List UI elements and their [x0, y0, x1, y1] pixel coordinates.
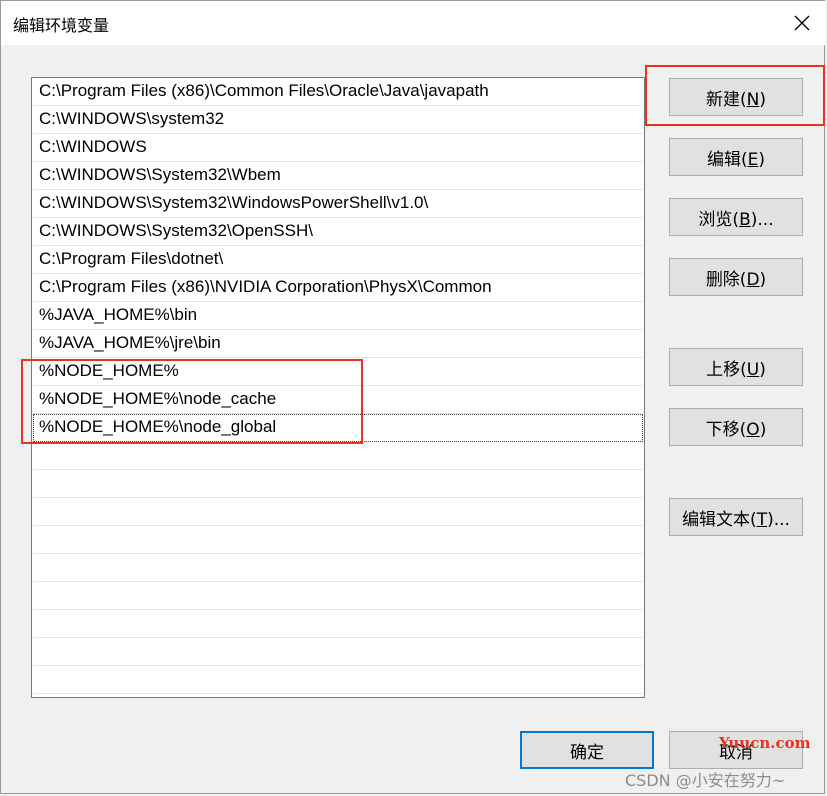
list-item[interactable]: C:\Program Files (x86)\Common Files\Orac… — [33, 78, 643, 106]
list-item-text: C:\WINDOWS\System32\Wbem — [39, 165, 281, 184]
browse-button-label: 浏览(B)... — [698, 209, 774, 230]
empty-list-row[interactable] — [33, 442, 643, 470]
list-item-text: %NODE_HOME%\node_global — [39, 417, 277, 436]
empty-list-row[interactable] — [33, 526, 643, 554]
edit-button[interactable]: 编辑(E) — [669, 138, 803, 176]
edit-button-label: 编辑(E) — [706, 149, 766, 170]
list-item-text: C:\WINDOWS\System32\OpenSSH\ — [39, 221, 313, 240]
empty-list-row[interactable] — [33, 554, 643, 582]
dialog-title: 编辑环境变量 — [13, 16, 110, 35]
move-down-button-label: 下移(O) — [705, 419, 767, 440]
empty-list-row[interactable] — [33, 470, 643, 498]
path-list[interactable]: C:\Program Files (x86)\Common Files\Orac… — [31, 77, 645, 698]
list-item[interactable]: %JAVA_HOME%\jre\bin — [33, 330, 643, 358]
ok-button-label: 确定 — [570, 742, 604, 763]
list-item[interactable]: C:\WINDOWS — [33, 134, 643, 162]
list-item[interactable]: C:\Program Files (x86)\NVIDIA Corporatio… — [33, 274, 643, 302]
list-item[interactable]: C:\WINDOWS\System32\WindowsPowerShell\v1… — [33, 190, 643, 218]
title-bar: 编辑环境变量 — [1, 1, 826, 45]
list-item[interactable]: %NODE_HOME%\node_cache — [33, 386, 643, 414]
list-item-text: %JAVA_HOME%\jre\bin — [39, 333, 221, 352]
list-item-text: C:\WINDOWS\system32 — [39, 109, 225, 128]
new-button[interactable]: 新建(N) — [669, 78, 803, 116]
empty-list-row[interactable] — [33, 666, 643, 694]
move-up-button-label: 上移(U) — [706, 359, 766, 380]
list-item-text: %NODE_HOME% — [39, 361, 179, 380]
list-item-text: %JAVA_HOME%\bin — [39, 305, 198, 324]
list-item-text: C:\Program Files (x86)\NVIDIA Corporatio… — [39, 277, 492, 296]
site-watermark: Yuucn.com — [719, 734, 811, 752]
move-up-button[interactable]: 上移(U) — [669, 348, 803, 386]
new-button-label: 新建(N) — [706, 89, 766, 110]
list-item-text: C:\Program Files (x86)\Common Files\Orac… — [39, 81, 489, 100]
list-item-text: C:\Program Files\dotnet\ — [39, 249, 224, 268]
list-item[interactable]: C:\WINDOWS\System32\Wbem — [33, 162, 643, 190]
empty-list-row[interactable] — [33, 638, 643, 666]
list-item-text: %NODE_HOME%\node_cache — [39, 389, 277, 408]
list-item[interactable]: C:\Program Files\dotnet\ — [33, 246, 643, 274]
close-button[interactable] — [782, 9, 822, 37]
list-item[interactable]: %NODE_HOME%\node_global — [33, 414, 643, 442]
list-item-text: C:\WINDOWS\System32\WindowsPowerShell\v1… — [39, 193, 429, 212]
list-item[interactable]: C:\WINDOWS\system32 — [33, 106, 643, 134]
author-watermark: CSDN @小安在努力~ — [625, 771, 786, 790]
delete-button-label: 删除(D) — [705, 269, 767, 290]
delete-button[interactable]: 删除(D) — [669, 258, 803, 296]
edit-text-button-label: 编辑文本(T)... — [682, 509, 790, 530]
empty-list-row[interactable] — [33, 610, 643, 638]
ok-button[interactable]: 确定 — [520, 731, 654, 769]
close-icon — [794, 15, 810, 31]
list-item[interactable]: C:\WINDOWS\System32\OpenSSH\ — [33, 218, 643, 246]
move-down-button[interactable]: 下移(O) — [669, 408, 803, 446]
browse-button[interactable]: 浏览(B)... — [669, 198, 803, 236]
empty-list-row[interactable] — [33, 582, 643, 610]
edit-env-variable-dialog: 编辑环境变量 C:\Program Files (x86)\Common Fil… — [0, 0, 826, 794]
list-item[interactable]: %JAVA_HOME%\bin — [33, 302, 643, 330]
edit-text-button[interactable]: 编辑文本(T)... — [669, 498, 803, 536]
list-item[interactable]: %NODE_HOME% — [33, 358, 643, 386]
empty-list-row[interactable] — [33, 498, 643, 526]
list-item-text: C:\WINDOWS — [39, 137, 147, 156]
